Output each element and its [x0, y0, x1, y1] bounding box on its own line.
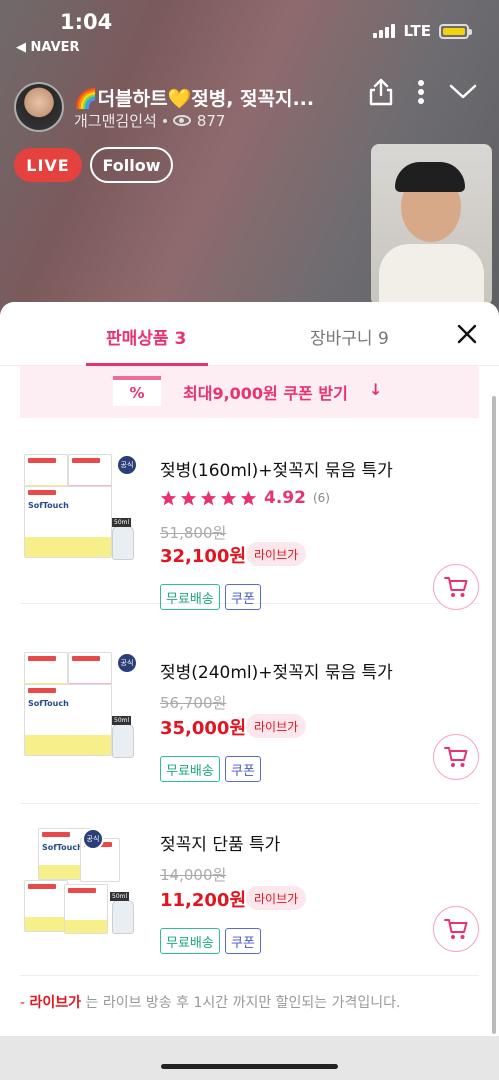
- cart-icon: [444, 919, 468, 939]
- host-figure-shirt: [379, 244, 484, 306]
- separator-dot: [162, 118, 167, 123]
- viewer-count: 877: [196, 111, 226, 130]
- follow-button[interactable]: Follow: [90, 147, 173, 183]
- product-name[interactable]: 젖병(240ml)+젖꼭지 묶음 특가: [160, 658, 393, 683]
- coupon-tag: 쿠폰: [225, 584, 261, 610]
- sheet-tabs: 판매상품 3 장바구니 9: [0, 302, 499, 366]
- star-icon: [160, 490, 177, 505]
- free-shipping-tag: 무료배송: [160, 756, 220, 782]
- status-bar: 1:04 ◀ NAVER LTE: [0, 0, 499, 60]
- sale-price: 32,100원: [160, 546, 247, 567]
- star-icon: [240, 490, 257, 505]
- host-figure-cap: [395, 162, 465, 192]
- live-price-tag: 라이브가: [246, 714, 307, 738]
- original-price: 51,800원: [160, 524, 227, 542]
- coupon-text: 최대9,000원 쿠폰 받기: [183, 384, 348, 403]
- coupon-tag: 쿠폰: [225, 928, 261, 954]
- scrollbar[interactable]: [492, 396, 496, 1034]
- status-time: 1:04: [60, 10, 113, 34]
- product-image: SofTouch 공식 50ml: [24, 454, 138, 572]
- coupon-percent-icon: %: [113, 376, 161, 406]
- sale-price: 35,000원: [160, 718, 247, 739]
- official-badge-icon: 공식: [116, 454, 138, 476]
- share-icon[interactable]: [369, 78, 393, 106]
- back-to-app-link[interactable]: ◀ NAVER: [16, 40, 80, 55]
- product-item[interactable]: SofTouch 공식 50ml 젖꼭지 단품 특가 14,000원 11,20…: [20, 804, 479, 976]
- signal-icon: [373, 24, 396, 38]
- notice-text: 는 라이브 방송 후 1시간 까지만 할인되는 가격입니다.: [81, 995, 401, 1011]
- home-indicator[interactable]: [161, 1064, 338, 1069]
- official-badge-icon: 공식: [82, 828, 104, 850]
- star-icon: [180, 490, 197, 505]
- broadcast-meta: 개그맨김인석 877: [74, 110, 225, 131]
- product-sheet: 판매상품 3 장바구니 9 % 최대9,000원 쿠폰 받기 ↓ SofTouc…: [0, 302, 499, 1080]
- product-name[interactable]: 젖병(160ml)+젖꼭지 묶음 특가: [160, 456, 393, 481]
- cart-icon: [444, 577, 468, 597]
- more-vertical-icon[interactable]: [417, 78, 425, 106]
- official-badge-icon: 공식: [116, 652, 138, 674]
- status-indicators: LTE: [373, 22, 472, 40]
- product-rating: 4.92 (6): [160, 488, 330, 508]
- add-to-cart-button[interactable]: [433, 564, 479, 610]
- broadcast-title: 🌈더블하트💛젖병, 젖꼭지...: [74, 88, 315, 110]
- original-price: 56,700원: [160, 694, 227, 712]
- tab-products[interactable]: 판매상품 3: [106, 324, 186, 349]
- star-icon: [200, 490, 217, 505]
- live-price-notice: - 라이브가 는 라이브 방송 후 1시간 까지만 할인되는 가격입니다.: [20, 992, 401, 1012]
- add-to-cart-button[interactable]: [433, 734, 479, 780]
- free-shipping-tag: 무료배송: [160, 584, 220, 610]
- star-icon: [220, 490, 237, 505]
- original-price: 14,000원: [160, 866, 227, 884]
- live-price-tag: 라이브가: [246, 886, 307, 910]
- header-actions: [369, 78, 477, 106]
- close-icon[interactable]: [455, 322, 479, 346]
- coupon-tag: 쿠폰: [225, 756, 261, 782]
- product-image: SofTouch 공식 50ml: [24, 828, 138, 946]
- rating-count: (6): [312, 491, 330, 505]
- product-item[interactable]: SofTouch 공식 50ml 젖병(240ml)+젖꼭지 묶음 특가 56,…: [20, 632, 479, 804]
- free-shipping-tag: 무료배송: [160, 928, 220, 954]
- battery-icon: [439, 23, 472, 39]
- channel-name[interactable]: 개그맨김인석: [74, 110, 157, 131]
- rating-value: 4.92: [264, 488, 306, 508]
- download-arrow-icon: ↓: [369, 380, 383, 399]
- broadcast-header: 🌈더블하트💛젖병, 젖꼭지... 개그맨김인석 877: [0, 74, 499, 134]
- product-image: SofTouch 공식 50ml: [24, 652, 138, 770]
- host-video-thumbnail[interactable]: [371, 144, 492, 306]
- cart-icon: [444, 747, 468, 767]
- notice-prefix: -: [20, 995, 30, 1011]
- network-label: LTE: [403, 22, 431, 40]
- add-to-cart-button[interactable]: [433, 906, 479, 952]
- notice-highlight: 라이브가: [29, 995, 82, 1011]
- product-name[interactable]: 젖꼭지 단품 특가: [160, 830, 280, 855]
- avatar[interactable]: [14, 82, 64, 132]
- eye-icon: [172, 115, 191, 126]
- sale-price: 11,200원: [160, 890, 247, 911]
- live-badge: LIVE: [14, 148, 82, 182]
- tab-cart[interactable]: 장바구니 9: [310, 324, 389, 349]
- home-bar-area: [0, 1036, 499, 1080]
- chevron-down-icon[interactable]: [449, 83, 477, 101]
- coupon-banner[interactable]: % 최대9,000원 쿠폰 받기 ↓: [20, 366, 479, 418]
- live-price-tag: 라이브가: [246, 542, 307, 566]
- product-item[interactable]: SofTouch 공식 50ml 젖병(160ml)+젖꼭지 묶음 특가 4.9…: [20, 432, 479, 610]
